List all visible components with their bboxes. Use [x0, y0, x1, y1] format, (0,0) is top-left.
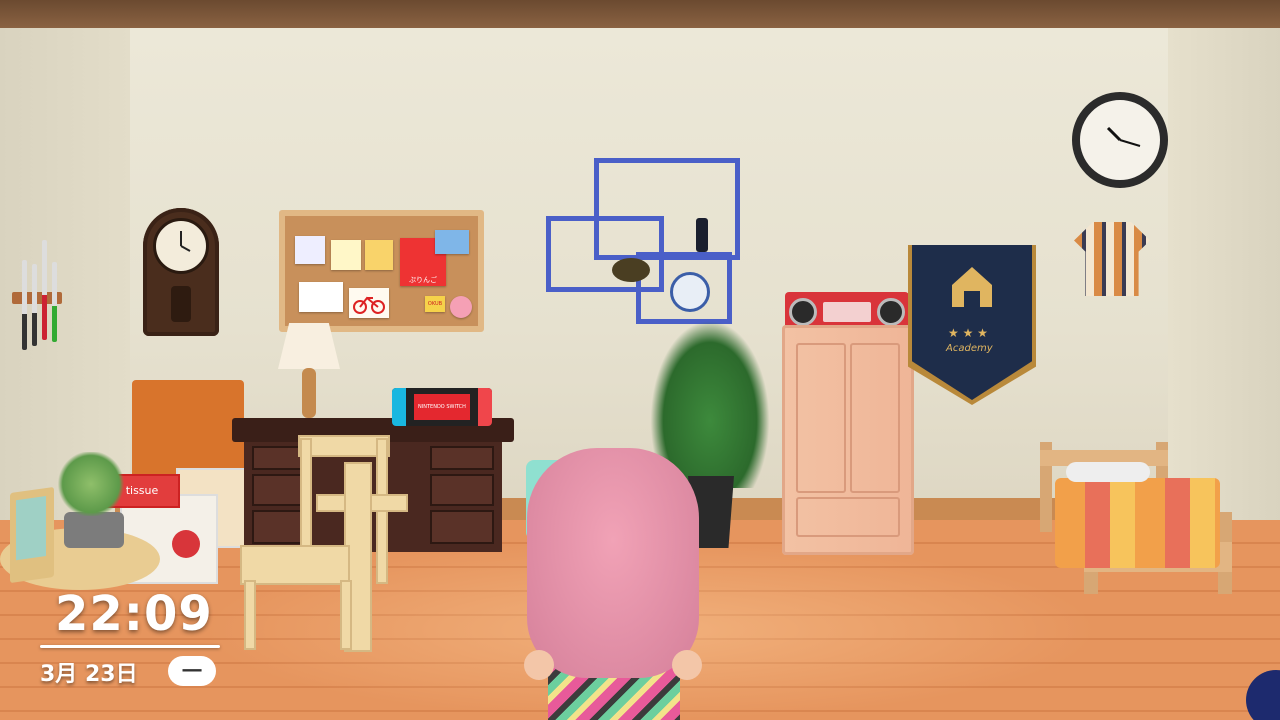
- plaid-shirt: [1074, 222, 1150, 296]
- switch-screen: NINTENDO SWITCH: [414, 394, 470, 420]
- pennant-script: Academy: [946, 343, 993, 354]
- mirror: [10, 486, 54, 584]
- chair-leg: [244, 580, 256, 650]
- hud-weekday-badge: 一: [168, 656, 216, 686]
- succulent-pot: [64, 512, 124, 548]
- chair-seat: [240, 545, 350, 585]
- decorative-plate: [670, 272, 710, 312]
- vase: [696, 218, 708, 252]
- hud-clock: 22:09: [55, 586, 213, 642]
- knife-icon: [42, 240, 47, 340]
- ceiling-beam: [0, 0, 1280, 28]
- teapot: [612, 258, 650, 282]
- photo-note: [295, 236, 325, 264]
- villager-pink-hair: [527, 448, 699, 678]
- bed-blanket: [1055, 478, 1220, 568]
- blue-wall-shelf: [546, 158, 740, 326]
- pendulum: [171, 286, 191, 322]
- knife-icon: [32, 264, 37, 346]
- cassette-deck: [823, 302, 871, 322]
- nintendo-switch: NINTENDO SWITCH: [392, 388, 492, 426]
- chair-leg: [300, 438, 312, 548]
- knife-icon: [22, 260, 27, 350]
- cork-board: ぷりんご OKUB: [279, 210, 484, 332]
- photo-note: [331, 240, 361, 270]
- wardrobe: [782, 325, 914, 555]
- villager-hand: [524, 650, 554, 680]
- photo-note: [435, 230, 469, 254]
- speaker: [789, 298, 817, 326]
- villager-hand: [672, 650, 702, 680]
- photo-note: [365, 240, 393, 270]
- pink-sticker: [450, 296, 472, 318]
- chair-leg: [340, 580, 352, 650]
- hud-divider: [40, 645, 220, 648]
- sticker: OKUB: [425, 296, 445, 312]
- lamp-base: [302, 368, 316, 418]
- pendulum-clock: [143, 208, 219, 336]
- toolbox: [132, 380, 244, 480]
- knife-icon: [52, 262, 57, 342]
- text-note: [299, 282, 343, 312]
- svg-text:★ ★ ★: ★ ★ ★: [948, 326, 988, 340]
- hud-date: 3月 23日: [40, 662, 138, 687]
- succulent-plant: [56, 452, 126, 516]
- wall-clock: [1072, 92, 1168, 188]
- pillow: [1066, 462, 1150, 482]
- bicycle-card: [349, 288, 389, 318]
- speaker: [877, 298, 905, 326]
- clock-face: [153, 218, 209, 274]
